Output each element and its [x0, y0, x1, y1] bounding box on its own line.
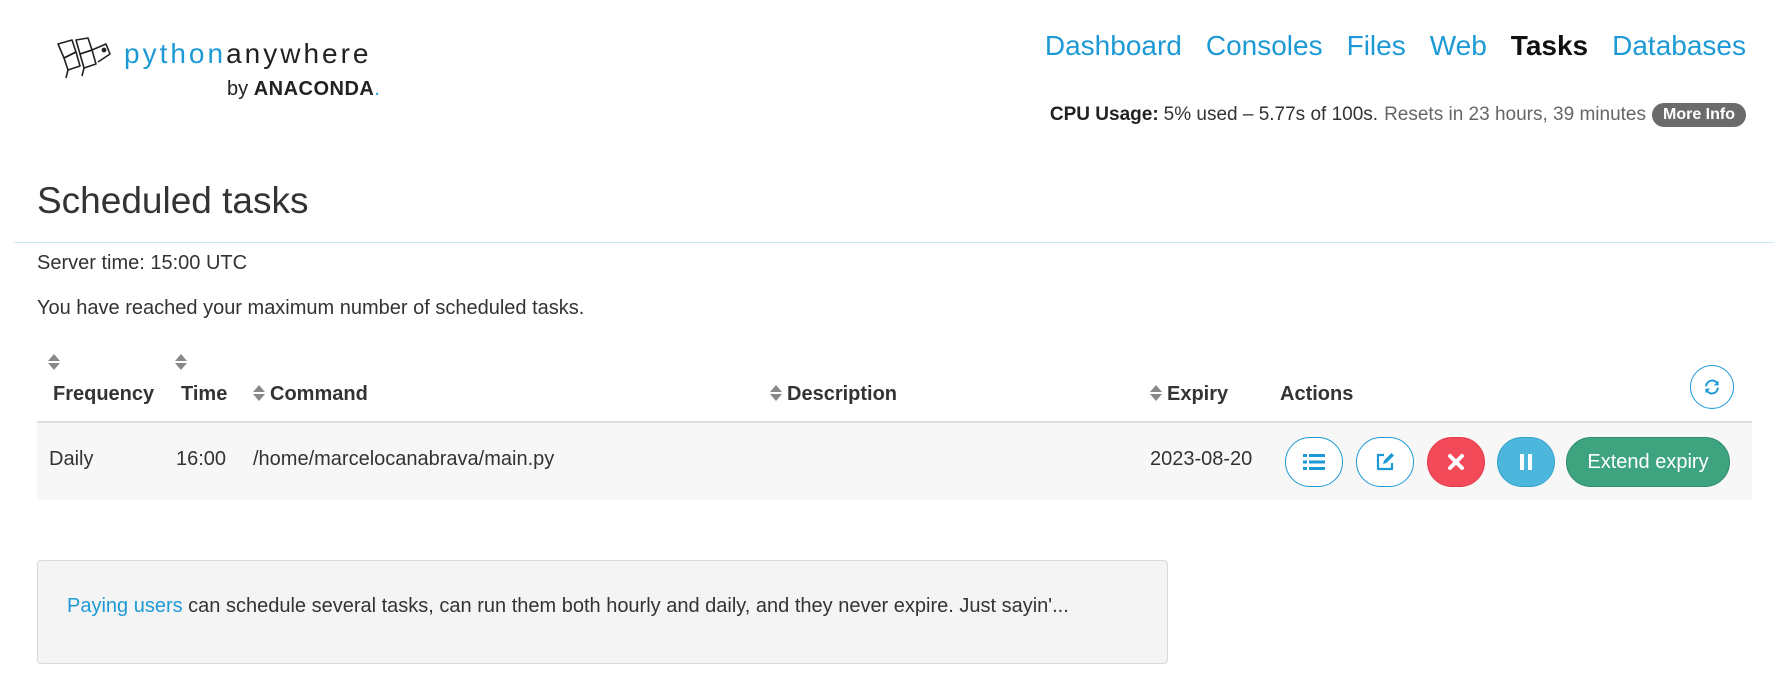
nav-files[interactable]: Files — [1347, 30, 1406, 62]
cell-expiry: 2023-08-20 — [1150, 448, 1253, 470]
sort-frequency-icon[interactable] — [48, 354, 60, 372]
nav-dashboard[interactable]: Dashboard — [1045, 30, 1182, 62]
logo-byline: by ANACONDA. — [227, 78, 380, 101]
logo-mark-icon — [57, 37, 111, 79]
more-info-button[interactable]: More Info — [1652, 103, 1746, 127]
cpu-usage: CPU Usage: 5% used – 5.77s of 100s. Rese… — [1050, 103, 1746, 127]
logo-anywhere-text: anywhere — [226, 38, 372, 69]
paying-users-notice: Paying users can schedule several tasks,… — [37, 560, 1168, 664]
promo-body: can schedule several tasks, can run them… — [182, 595, 1069, 617]
page: pythonanywhere by ANACONDA. Dashboard Co… — [0, 0, 1776, 674]
cell-frequency: Daily — [49, 448, 94, 470]
pythonanywhere-logo[interactable]: pythonanywhere by ANACONDA. — [54, 36, 394, 106]
edit-icon — [1376, 453, 1394, 471]
cpu-usage-value: 5% used – 5.77s of 100s. — [1163, 104, 1379, 125]
nav-web[interactable]: Web — [1430, 30, 1487, 62]
cpu-reset-text: Resets in 23 hours, 39 minutes — [1384, 104, 1646, 125]
header-description[interactable]: Description — [787, 383, 897, 406]
title-divider — [14, 242, 1774, 243]
cell-command: /home/marcelocanabrava/main.py — [253, 448, 555, 470]
header-command[interactable]: Command — [270, 383, 368, 406]
main-nav: Dashboard Consoles Files Web Tasks Datab… — [1045, 30, 1746, 62]
delete-task-button[interactable] — [1427, 437, 1485, 487]
cell-time: 16:00 — [176, 448, 227, 470]
header-time[interactable]: Time — [181, 383, 227, 406]
view-log-button[interactable] — [1285, 437, 1343, 487]
sort-command-icon[interactable] — [253, 385, 265, 403]
logo-by-text: by — [227, 78, 249, 100]
close-icon — [1448, 454, 1464, 470]
list-icon — [1303, 454, 1325, 470]
extend-expiry-button[interactable]: Extend expiry — [1566, 437, 1730, 487]
refresh-icon — [1705, 379, 1719, 395]
server-time: Server time: 15:00 UTC — [37, 252, 248, 274]
refresh-button[interactable] — [1690, 365, 1734, 409]
logo-company-dot: . — [374, 78, 380, 100]
sort-time-icon[interactable] — [175, 354, 187, 372]
sort-expiry-icon[interactable] — [1150, 385, 1162, 403]
nav-consoles[interactable]: Consoles — [1206, 30, 1323, 62]
max-tasks-note: You have reached your maximum number of … — [37, 297, 585, 319]
header-frequency[interactable]: Frequency — [53, 383, 154, 406]
nav-databases[interactable]: Databases — [1612, 30, 1746, 62]
promo-text: Paying users can schedule several tasks,… — [67, 595, 1069, 618]
edit-task-button[interactable] — [1356, 437, 1414, 487]
header-expiry[interactable]: Expiry — [1167, 383, 1228, 406]
sort-description-icon[interactable] — [770, 385, 782, 403]
pause-task-button[interactable] — [1497, 437, 1555, 487]
logo-python-text: python — [124, 38, 227, 69]
page-title: Scheduled tasks — [37, 180, 309, 221]
logo-company-text: ANACONDA — [253, 78, 375, 100]
cpu-usage-label: CPU Usage: — [1049, 104, 1159, 125]
nav-tasks[interactable]: Tasks — [1511, 30, 1588, 62]
pause-icon — [1520, 454, 1532, 470]
header-actions: Actions — [1280, 383, 1354, 405]
logo-wordmark: pythonanywhere — [124, 38, 371, 70]
paying-users-link[interactable]: Paying users — [67, 595, 183, 617]
